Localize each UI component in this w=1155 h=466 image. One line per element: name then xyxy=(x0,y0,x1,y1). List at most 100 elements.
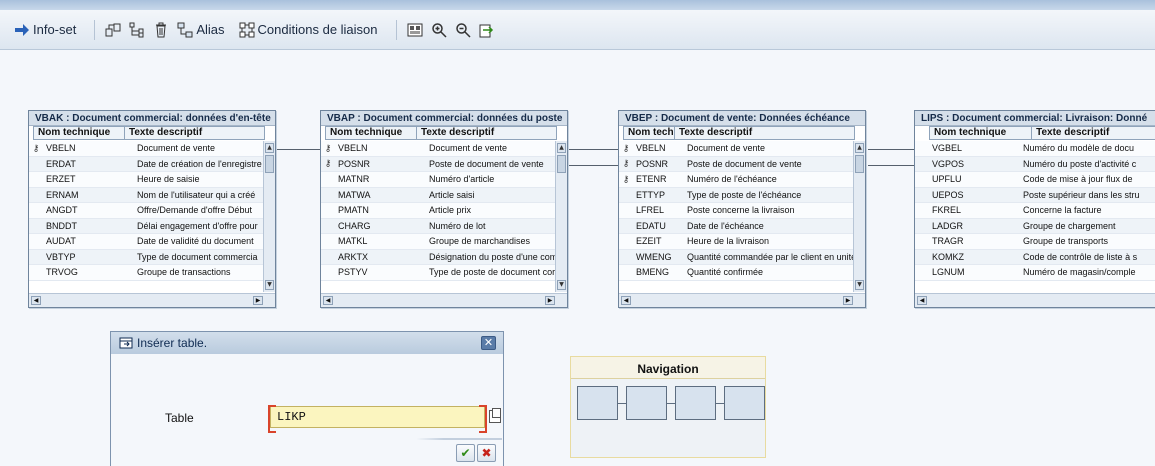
table-row[interactable]: WMENG Quantité commandée par le client en… xyxy=(619,249,853,265)
horizontal-scrollbar[interactable]: ◀ ▶ xyxy=(619,293,865,307)
vertical-scrollbar[interactable]: ▲ ▼ xyxy=(853,141,865,292)
table-row[interactable]: EZEIT Heure de la livraison xyxy=(619,234,853,250)
close-icon[interactable]: ✕ xyxy=(481,336,496,350)
table-row[interactable]: ANGDT Offre/Demande d'offre Début xyxy=(29,203,263,219)
scroll-right-icon[interactable]: ▶ xyxy=(253,296,263,305)
vertical-scrollbar[interactable]: ▲ ▼ xyxy=(263,141,275,292)
table-row[interactable]: UEPOS Poste supérieur dans les stru xyxy=(915,187,1155,203)
table-row[interactable]: ARKTX Désignation du poste d'une com xyxy=(321,249,555,265)
field-name: EDATU xyxy=(636,220,666,231)
field-name: CHARG xyxy=(338,220,371,231)
table-lips[interactable]: LIPS : Document commercial: Livraison: D… xyxy=(914,110,1155,308)
alias-button[interactable]: Alias xyxy=(177,22,225,38)
col-header-desc: Texte descriptif xyxy=(1032,126,1155,140)
scroll-thumb[interactable] xyxy=(557,155,566,173)
table-row[interactable]: LFREL Poste concerne la livraison xyxy=(619,203,853,219)
table-row[interactable]: BMENG Quantité confirmée xyxy=(619,265,853,281)
confirm-button[interactable]: ✔ xyxy=(456,444,475,462)
table-row[interactable]: ⚷ ETENR Numéro de l'échéance xyxy=(619,172,853,188)
table-name-input[interactable]: LIKP xyxy=(268,405,487,433)
table-row[interactable]: PMATN Article prix xyxy=(321,203,555,219)
table-row[interactable]: ERDAT Date de création de l'enregistre xyxy=(29,156,263,172)
export-button[interactable] xyxy=(479,22,495,38)
table-row[interactable]: ⚷ VBELN Document de vente xyxy=(29,141,263,157)
scroll-right-icon[interactable]: ▶ xyxy=(545,296,555,305)
scroll-left-icon[interactable]: ◀ xyxy=(323,296,333,305)
scroll-left-icon[interactable]: ◀ xyxy=(917,296,927,305)
scroll-up-icon[interactable]: ▲ xyxy=(557,143,566,153)
overview-button[interactable] xyxy=(407,22,423,38)
cancel-icon: ✖ xyxy=(481,446,492,460)
table-row[interactable]: VBTYP Type de document commercia xyxy=(29,249,263,265)
table-row[interactable]: TRAGR Groupe de transports xyxy=(915,234,1155,250)
table-row[interactable]: MATNR Numéro d'article xyxy=(321,172,555,188)
scroll-down-icon[interactable]: ▼ xyxy=(557,280,566,290)
infoset-button[interactable]: Info-set xyxy=(14,22,76,38)
table-hierarchy-icon xyxy=(129,22,144,37)
table-row[interactable]: ERNAM Nom de l'utilisateur qui a créé xyxy=(29,187,263,203)
table-row[interactable]: FKREL Concerne la facture xyxy=(915,203,1155,219)
scroll-right-icon[interactable]: ▶ xyxy=(843,296,853,305)
table-row[interactable]: PSTYV Type de poste de document cor xyxy=(321,265,555,281)
scroll-up-icon[interactable]: ▲ xyxy=(855,143,864,153)
table-row[interactable]: BNDDT Délai engagement d'offre pour xyxy=(29,218,263,234)
vertical-scrollbar[interactable]: ▲ ▼ xyxy=(555,141,567,292)
table-row[interactable]: ERZET Heure de saisie xyxy=(29,172,263,188)
cancel-button[interactable]: ✖ xyxy=(477,444,496,462)
table-row[interactable]: TRVOG Groupe de transactions xyxy=(29,265,263,281)
table-row[interactable]: LGNUM Numéro de magasin/comple xyxy=(915,265,1155,281)
scroll-down-icon[interactable]: ▼ xyxy=(265,280,274,290)
navigation-map[interactable] xyxy=(571,379,765,457)
join-conditions-icon xyxy=(239,22,255,37)
table-row[interactable]: ⚷ POSNR Poste de document de vente xyxy=(619,156,853,172)
table-row[interactable]: VGBEL Numéro du modèle de docu xyxy=(915,141,1155,157)
horizontal-scrollbar[interactable]: ◀ ▶ xyxy=(321,293,567,307)
zoom-out-button[interactable] xyxy=(455,22,471,38)
scroll-left-icon[interactable]: ◀ xyxy=(621,296,631,305)
field-name: VBELN xyxy=(636,143,666,154)
table-row[interactable]: VGPOS Numéro du poste d'activité c xyxy=(915,156,1155,172)
table-row[interactable]: KOMKZ Code de contrôle de liste à s xyxy=(915,249,1155,265)
scroll-thumb[interactable] xyxy=(265,155,274,173)
dialog-titlebar[interactable]: Insérer table. xyxy=(111,332,503,354)
table-row[interactable]: UPFLU Code de mise à jour flux de xyxy=(915,172,1155,188)
toolbar-separator xyxy=(94,19,96,40)
field-description: Numéro de lot xyxy=(429,220,486,231)
table-header: Nom technique Texte descriptif xyxy=(33,126,275,140)
nav-link xyxy=(667,403,675,404)
table-row[interactable]: CHARG Numéro de lot xyxy=(321,218,555,234)
conditions-button[interactable]: Conditions de liaison xyxy=(239,22,378,38)
field-description: Numéro d'article xyxy=(429,174,495,185)
field-name: ANGDT xyxy=(46,205,78,216)
table-row[interactable]: ⚷ VBELN Document de vente xyxy=(321,141,555,157)
table-row[interactable]: EDATU Date de l'échéance xyxy=(619,218,853,234)
table-title[interactable]: VBEP : Document de vente: Données échéan… xyxy=(619,111,865,126)
table-vbak[interactable]: VBAK : Document commercial: données d'en… xyxy=(28,110,276,308)
field-description: Poste de document de vente xyxy=(687,158,802,169)
table-row[interactable]: AUDAT Date de validité du document xyxy=(29,234,263,250)
value-help-icon[interactable] xyxy=(489,408,501,423)
table-header: Nom technique Texte descriptif xyxy=(325,126,567,140)
table-title[interactable]: LIPS : Document commercial: Livraison: D… xyxy=(915,111,1155,126)
hierarchy-button[interactable] xyxy=(129,22,145,38)
table-row[interactable]: ⚷ POSNR Poste de document de vente xyxy=(321,156,555,172)
table-row[interactable]: MATWA Article saisi xyxy=(321,187,555,203)
table-row[interactable]: ⚷ VBELN Document de vente xyxy=(619,141,853,157)
horizontal-scrollbar[interactable]: ◀ ▶ xyxy=(29,293,275,307)
horizontal-scrollbar[interactable]: ◀ xyxy=(915,293,1155,307)
table-title[interactable]: VBAK : Document commercial: données d'en… xyxy=(29,111,275,126)
table-vbap[interactable]: VBAP : Document commercial: données du p… xyxy=(320,110,568,308)
zoom-in-button[interactable] xyxy=(431,22,447,38)
table-row[interactable]: ETTYP Type de poste de l'échéance xyxy=(619,187,853,203)
table-vbep[interactable]: VBEP : Document de vente: Données échéan… xyxy=(618,110,866,308)
table-row[interactable]: MATKL Groupe de marchandises xyxy=(321,234,555,250)
insert-table-button[interactable] xyxy=(105,22,121,38)
scroll-up-icon[interactable]: ▲ xyxy=(265,143,274,153)
scroll-left-icon[interactable]: ◀ xyxy=(31,296,41,305)
delete-button[interactable] xyxy=(153,22,169,38)
table-title[interactable]: VBAP : Document commercial: données du p… xyxy=(321,111,567,126)
table-row[interactable]: LADGR Groupe de chargement xyxy=(915,218,1155,234)
navigation-panel[interactable]: Navigation xyxy=(570,356,766,458)
scroll-down-icon[interactable]: ▼ xyxy=(855,280,864,290)
scroll-thumb[interactable] xyxy=(855,155,864,173)
